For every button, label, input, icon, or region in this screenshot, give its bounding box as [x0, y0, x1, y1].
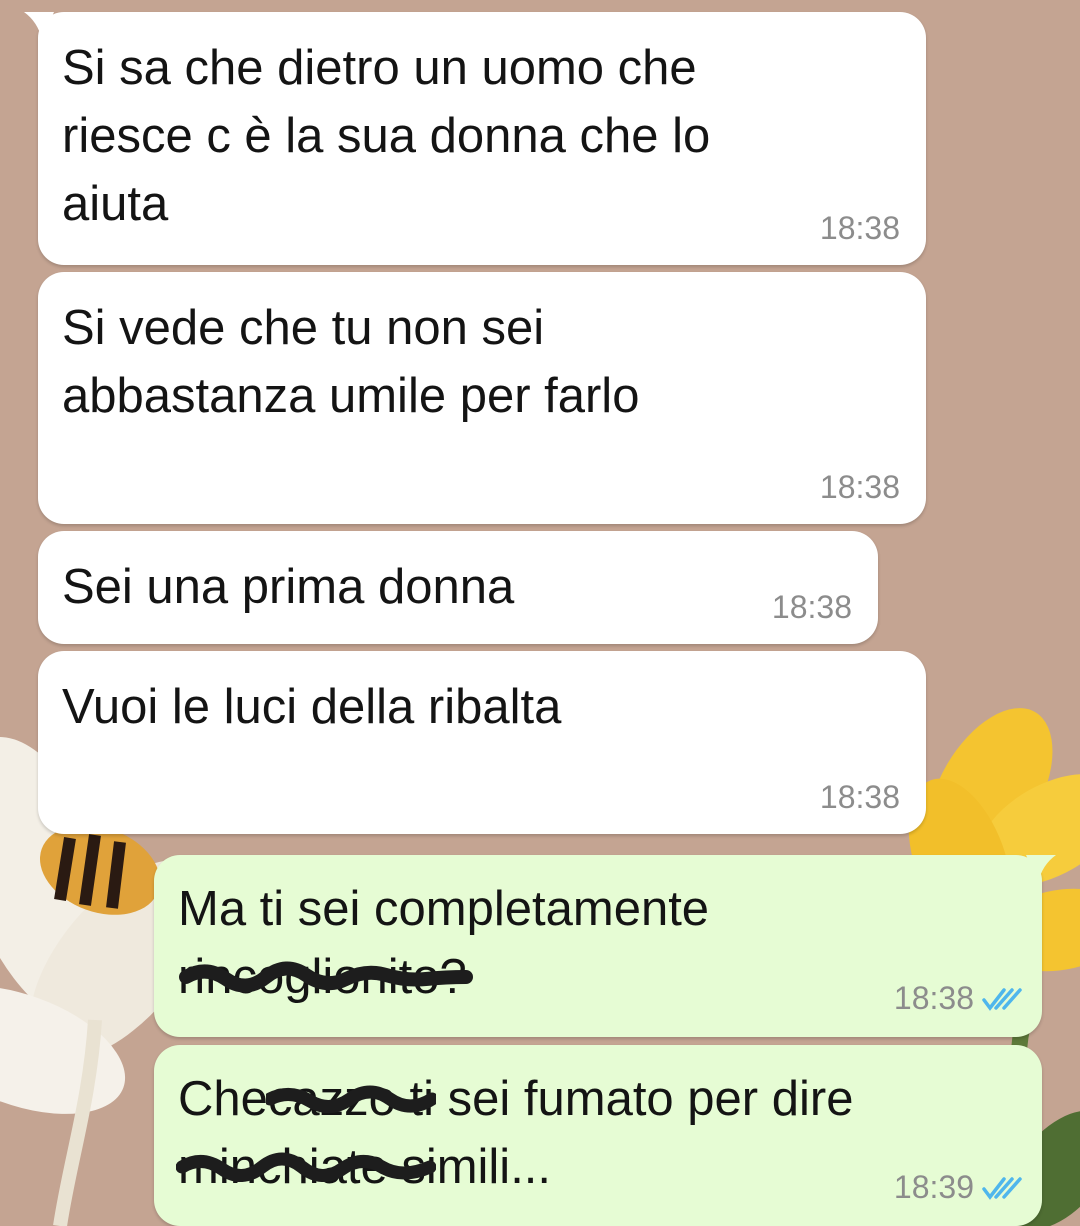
incoming-message[interactable]: Vuoi le luci della ribalta 18:38	[38, 651, 926, 834]
message-line: Ma ti sei completamente	[178, 882, 710, 936]
message-text: Si sa che dietro un uomo che riesce c è …	[62, 41, 711, 231]
message-meta: 18:38	[894, 980, 1022, 1017]
censored-word: minchiate	[176, 1133, 436, 1201]
censored-word: rincoglionito	[178, 943, 473, 1011]
outgoing-message[interactable]: Ma ti sei completamente rincoglionito? 18…	[154, 855, 1056, 1037]
message-text: Vuoi le luci della ribalta	[62, 680, 562, 734]
censored-word: cazzo	[265, 1065, 436, 1133]
scribble-censor-mark	[179, 961, 473, 993]
message-text: Si vede che tu non sei abbastanza umile …	[62, 301, 640, 423]
scribble-censor-mark	[265, 1085, 436, 1113]
message-time: 18:38	[819, 210, 900, 246]
message-time: 18:38	[893, 980, 974, 1016]
read-ticks-icon	[982, 1176, 1022, 1200]
message-text: Sei una prima donna	[62, 560, 515, 614]
message-text: Ma ti sei completamente rincoglionito?	[178, 875, 709, 1011]
read-ticks-icon	[982, 987, 1022, 1011]
message-time: 18:39	[893, 1169, 974, 1205]
outgoing-message[interactable]: Checazzo ti sei fumato per dire minchiate…	[154, 1045, 1042, 1226]
message-time: 18:38	[819, 779, 900, 815]
message-time: 18:38	[819, 469, 900, 505]
message-meta: 18:39	[894, 1169, 1022, 1206]
bubble-tail	[24, 12, 54, 40]
message-time: 18:38	[771, 589, 852, 625]
scribble-censor-mark	[176, 1152, 436, 1182]
incoming-message[interactable]: Si sa che dietro un uomo che riesce c è …	[24, 12, 926, 265]
bubble-tail	[1026, 855, 1056, 883]
incoming-message[interactable]: Si vede che tu non sei abbastanza umile …	[38, 272, 926, 524]
incoming-message[interactable]: Sei una prima donna 18:38	[38, 531, 878, 644]
message-text: Checazzo ti sei fumato per dire minchiate…	[176, 1065, 853, 1201]
